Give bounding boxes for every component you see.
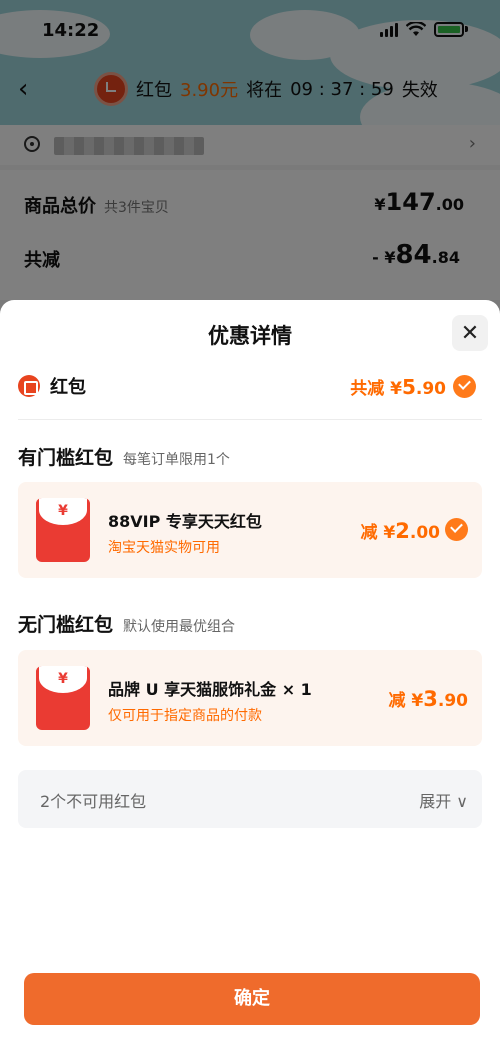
redpacket-icon bbox=[18, 375, 40, 397]
section-threshold-title: 有门槛红包 每笔订单限用1个 bbox=[18, 447, 230, 469]
coupon-amount: 减 ¥3.90 bbox=[388, 687, 469, 711]
coupon-amount: 减 ¥2.00 bbox=[360, 519, 441, 543]
coupon-card[interactable]: ¥ 品牌 U 享天猫服饰礼金 × 1 仅可用于指定商品的付款 减 ¥3.90 bbox=[18, 650, 482, 746]
check-circle-icon[interactable] bbox=[453, 375, 476, 398]
coupon-card[interactable]: ¥ 88VIP 专享天天红包 淘宝天猫实物可用 减 ¥2.00 bbox=[18, 482, 482, 578]
sheet-title: 优惠详情 bbox=[208, 324, 292, 348]
coupon-desc: 仅可用于指定商品的付款 bbox=[108, 708, 262, 724]
check-circle-icon[interactable] bbox=[445, 518, 468, 541]
unavailable-count: 2个不可用红包 bbox=[40, 792, 147, 811]
close-button[interactable]: ✕ bbox=[452, 315, 488, 351]
coupon-name: 品牌 U 享天猫服饰礼金 × 1 bbox=[108, 680, 312, 699]
coupon-desc: 淘宝天猫实物可用 bbox=[108, 540, 220, 556]
redpacket-total: 共减 ¥5.90 bbox=[350, 375, 446, 399]
discount-detail-sheet: 优惠详情 ✕ 红包 共减 ¥5.90 有门槛红包 每笔订单限用1个 ¥ 88VIP… bbox=[0, 300, 500, 1044]
divider bbox=[18, 419, 482, 420]
redpacket-label: 红包 bbox=[50, 377, 86, 398]
close-icon: ✕ bbox=[460, 320, 480, 346]
redpacket-summary-row: 红包 共减 ¥5.90 bbox=[18, 372, 482, 402]
unavailable-redpackets-row[interactable]: 2个不可用红包 展开 ∨ bbox=[18, 770, 482, 828]
section-no-threshold-sub: 默认使用最优组合 bbox=[123, 619, 236, 635]
coupon-name: 88VIP 专享天天红包 bbox=[108, 512, 262, 531]
section-threshold-sub: 每笔订单限用1个 bbox=[123, 452, 230, 468]
red-envelope-icon: ¥ bbox=[36, 498, 90, 562]
expand-button[interactable]: 展开 ∨ bbox=[419, 788, 468, 812]
section-no-threshold-title: 无门槛红包 默认使用最优组合 bbox=[18, 614, 236, 636]
confirm-button[interactable]: 确定 bbox=[24, 973, 480, 1025]
red-envelope-icon: ¥ bbox=[36, 666, 90, 730]
